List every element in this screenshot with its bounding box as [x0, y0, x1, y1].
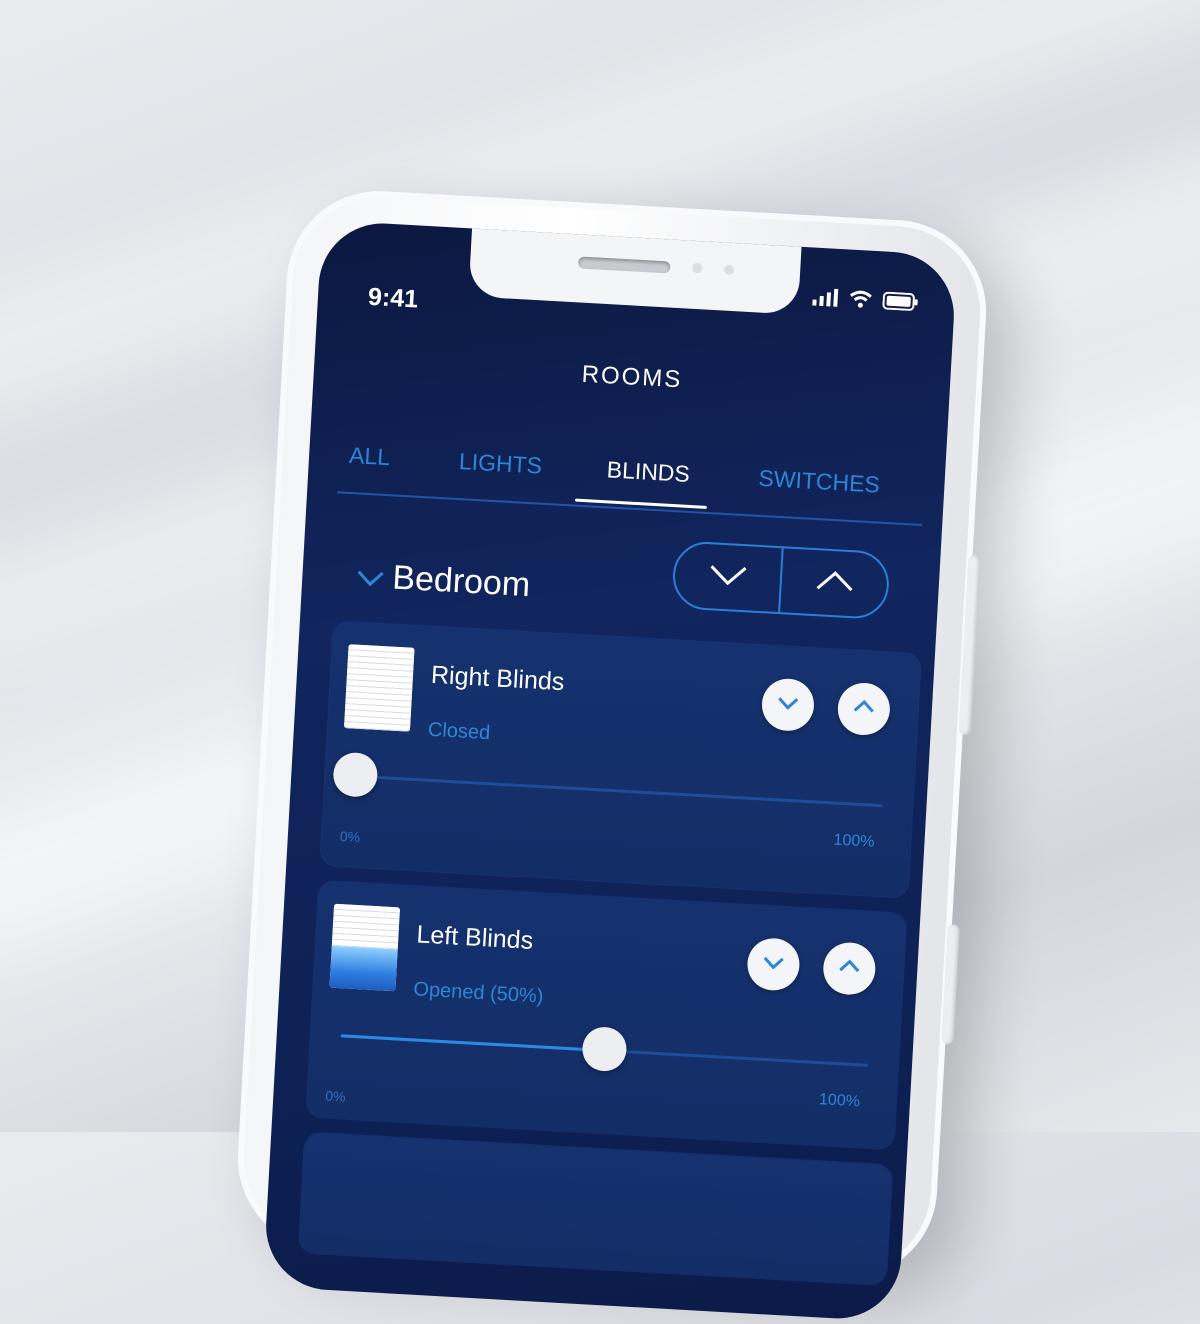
- blind-status: Closed: [427, 719, 490, 745]
- side-button: [941, 924, 960, 1044]
- tab-bar: ALL LIGHTS BLINDS SWITCHES: [337, 431, 926, 526]
- status-icons: [812, 288, 919, 317]
- chevron-up-icon: [814, 568, 856, 599]
- room-blinds-control: [671, 540, 890, 620]
- page-title: ROOMS: [314, 346, 951, 409]
- room-name: Bedroom: [391, 559, 531, 606]
- slider-max-label: 100%: [833, 832, 875, 852]
- wifi-icon: [848, 290, 873, 314]
- tab-all[interactable]: ALL: [348, 442, 390, 471]
- chevron-up-icon: [838, 959, 861, 979]
- lower-button[interactable]: [746, 937, 801, 992]
- blind-slats: [344, 644, 415, 732]
- phone-mockup: 9:41 ROOMS ALL LIGHTS BLINDS SWITCHES Be…: [233, 186, 991, 1283]
- chevron-down-icon: [776, 695, 799, 715]
- status-time: 9:41: [367, 283, 419, 315]
- chevron-down-icon[interactable]: [356, 569, 385, 594]
- chevron-up-icon: [852, 699, 875, 719]
- tab-switches[interactable]: SWITCHES: [758, 465, 881, 499]
- camera-dot: [724, 265, 735, 276]
- chevron-down-icon: [762, 954, 785, 974]
- volume-button: [959, 555, 981, 735]
- active-tab-indicator: [575, 499, 707, 509]
- room-raise-button[interactable]: [780, 548, 888, 618]
- blind-window: [329, 946, 397, 992]
- slider-knob[interactable]: [581, 1026, 627, 1072]
- tab-blinds[interactable]: BLINDS: [606, 456, 690, 488]
- slider-fill: [341, 1034, 605, 1052]
- signal-icon: [812, 288, 839, 312]
- raise-button[interactable]: [836, 682, 891, 737]
- blind-card-left: Left Blinds Opened (50%) 0% 100%: [306, 881, 906, 1149]
- slider-max-label: 100%: [819, 1091, 861, 1111]
- blind-slats: [332, 904, 400, 950]
- camera-dot: [692, 263, 703, 274]
- blind-name: Left Blinds: [416, 920, 534, 955]
- blind-status: Opened (50%): [413, 978, 544, 1008]
- tab-lights[interactable]: LIGHTS: [458, 448, 542, 480]
- speaker: [578, 256, 671, 273]
- notch: [468, 224, 802, 314]
- chevron-down-icon: [707, 562, 749, 593]
- lower-button[interactable]: [761, 677, 816, 732]
- blind-thumbnail: [344, 644, 415, 732]
- app-screen: 9:41 ROOMS ALL LIGHTS BLINDS SWITCHES Be…: [263, 220, 958, 1322]
- slider-min-label: 0%: [339, 828, 360, 845]
- blind-card-right: Right Blinds Closed 0% 100%: [320, 621, 921, 897]
- position-slider[interactable]: [341, 1034, 868, 1066]
- battery-icon: [882, 291, 919, 316]
- slider-min-label: 0%: [325, 1088, 346, 1105]
- position-slider[interactable]: [355, 775, 882, 807]
- blind-thumbnail: [329, 904, 400, 992]
- raise-button[interactable]: [822, 941, 877, 996]
- blind-name: Right Blinds: [430, 661, 565, 697]
- room-lower-button[interactable]: [673, 542, 781, 612]
- slider-knob[interactable]: [332, 752, 378, 798]
- blind-card-partial: [299, 1133, 893, 1286]
